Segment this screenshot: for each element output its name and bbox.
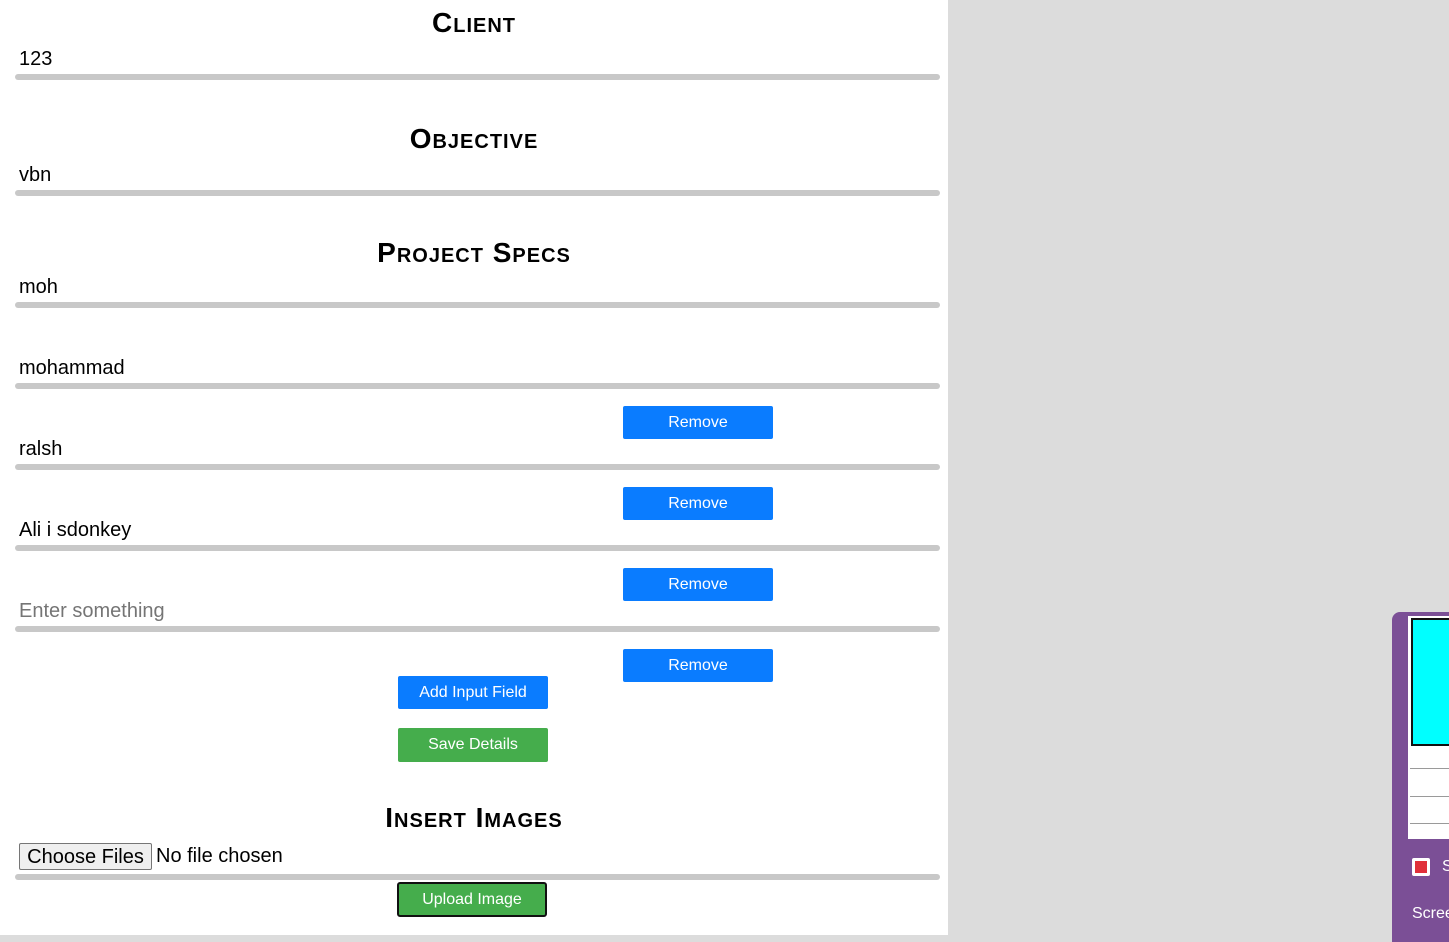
- form-panel: Client Objective Project Specs Remove Re…: [0, 0, 948, 935]
- preview-line-1: [1410, 768, 1449, 769]
- insert-images-heading: Insert Images: [385, 802, 563, 833]
- spec-underline-5: [15, 626, 940, 632]
- spec-field-5: [15, 597, 940, 632]
- client-heading: Client: [432, 7, 516, 38]
- spec-underline-4: [15, 545, 940, 551]
- objective-input[interactable]: [15, 161, 940, 189]
- spec-input-4[interactable]: [15, 516, 940, 544]
- preview-line-2: [1410, 796, 1449, 797]
- client-input[interactable]: [15, 45, 940, 73]
- spec-input-3[interactable]: [15, 435, 940, 463]
- objective-heading: Objective: [409, 123, 539, 154]
- preview-app-label: S: [1442, 858, 1449, 875]
- spec-field-1: [15, 273, 940, 308]
- client-field: [15, 45, 940, 80]
- spec-underline-2: [15, 383, 940, 389]
- spec-field-3: [15, 435, 940, 470]
- upload-image-button[interactable]: Upload Image: [397, 882, 547, 917]
- objective-underline: [15, 190, 940, 196]
- client-underline: [15, 74, 940, 80]
- file-underline: [15, 874, 940, 880]
- spec-field-4: [15, 516, 940, 551]
- file-status-text: No file chosen: [156, 845, 283, 867]
- spec-input-2[interactable]: [15, 354, 940, 382]
- spec-input-1[interactable]: [15, 273, 940, 301]
- taskbar-preview[interactable]: S Scree: [1392, 612, 1449, 942]
- spec-input-5[interactable]: [15, 597, 940, 625]
- spec-underline-3: [15, 464, 940, 470]
- preview-line-3: [1410, 823, 1449, 824]
- remove-button-4[interactable]: Remove: [623, 649, 773, 682]
- objective-field: [15, 161, 940, 196]
- preview-thumbnail[interactable]: [1408, 616, 1449, 839]
- add-input-field-button[interactable]: Add Input Field: [398, 676, 548, 709]
- preview-window-label: Scree: [1412, 905, 1449, 922]
- project-specs-heading: Project Specs: [377, 237, 571, 268]
- preview-cyan-block: [1411, 618, 1449, 746]
- spec-field-2: [15, 354, 940, 389]
- choose-files-button[interactable]: Choose Files: [19, 843, 152, 870]
- snipping-tool-icon: [1412, 858, 1430, 876]
- spec-underline-1: [15, 302, 940, 308]
- save-details-button[interactable]: Save Details: [398, 728, 548, 762]
